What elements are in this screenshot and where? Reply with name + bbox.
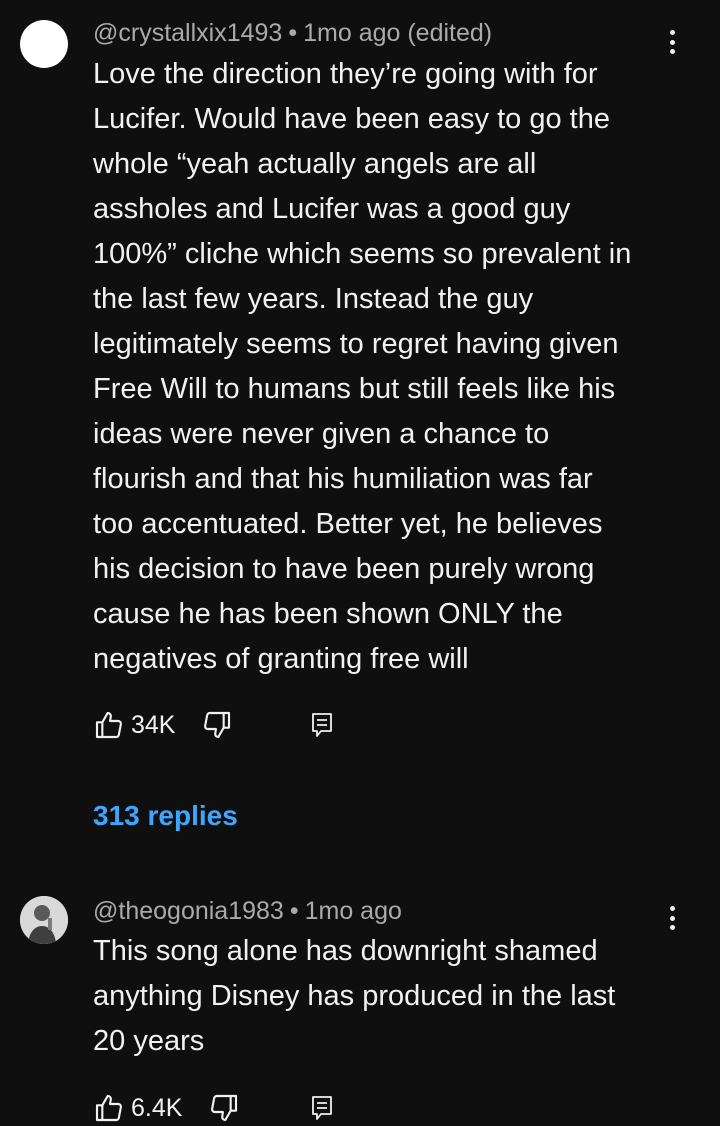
comment-1: @crystallxix1493 • 1mo ago (edited) Love t… (0, 0, 720, 860)
reply-button[interactable] (310, 1095, 334, 1121)
thumbs-down-icon (211, 1094, 238, 1122)
comment-author[interactable]: @theogonia1983 (93, 897, 284, 925)
thumbs-down-icon (204, 711, 231, 739)
meta-separator: • (288, 19, 298, 47)
like-count: 34K (131, 710, 176, 739)
like-button[interactable]: 34K (93, 709, 175, 741)
reply-icon (312, 1096, 332, 1120)
comment-text: This song alone has downright shamed any… (93, 935, 616, 1057)
reply-button[interactable] (310, 712, 334, 738)
thumbs-up-icon (95, 1094, 122, 1122)
comment-2: @theogonia1983 • 1mo ago This song alone h… (0, 880, 720, 1124)
comment-actions: 34K (93, 707, 233, 743)
comment-time: 1mo ago (edited) (303, 19, 493, 47)
more-vertical-icon[interactable] (660, 30, 684, 54)
comment-author[interactable]: @crystallxix1493 (93, 19, 282, 47)
reply-icon (312, 713, 332, 737)
avatar[interactable] (20, 20, 68, 68)
view-replies-link[interactable]: 313 replies (93, 798, 238, 834)
avatar[interactable] (20, 896, 68, 944)
like-count: 6.4K (131, 1093, 183, 1122)
comment-text: Love the direction they’re going with fo… (93, 58, 632, 675)
avatar-photo (20, 896, 68, 944)
thumbs-up-icon (95, 711, 122, 739)
dislike-button[interactable] (208, 1092, 240, 1124)
comment-meta: @crystallxix1493 • 1mo ago (edited) (93, 18, 492, 48)
more-vertical-icon[interactable] (660, 906, 684, 930)
like-button[interactable]: 6.4K (93, 1092, 182, 1124)
comment-time: 1mo ago (304, 897, 402, 925)
dislike-button[interactable] (201, 709, 233, 741)
meta-separator: • (289, 897, 299, 925)
comment-meta: @theogonia1983 • 1mo ago (93, 896, 402, 926)
